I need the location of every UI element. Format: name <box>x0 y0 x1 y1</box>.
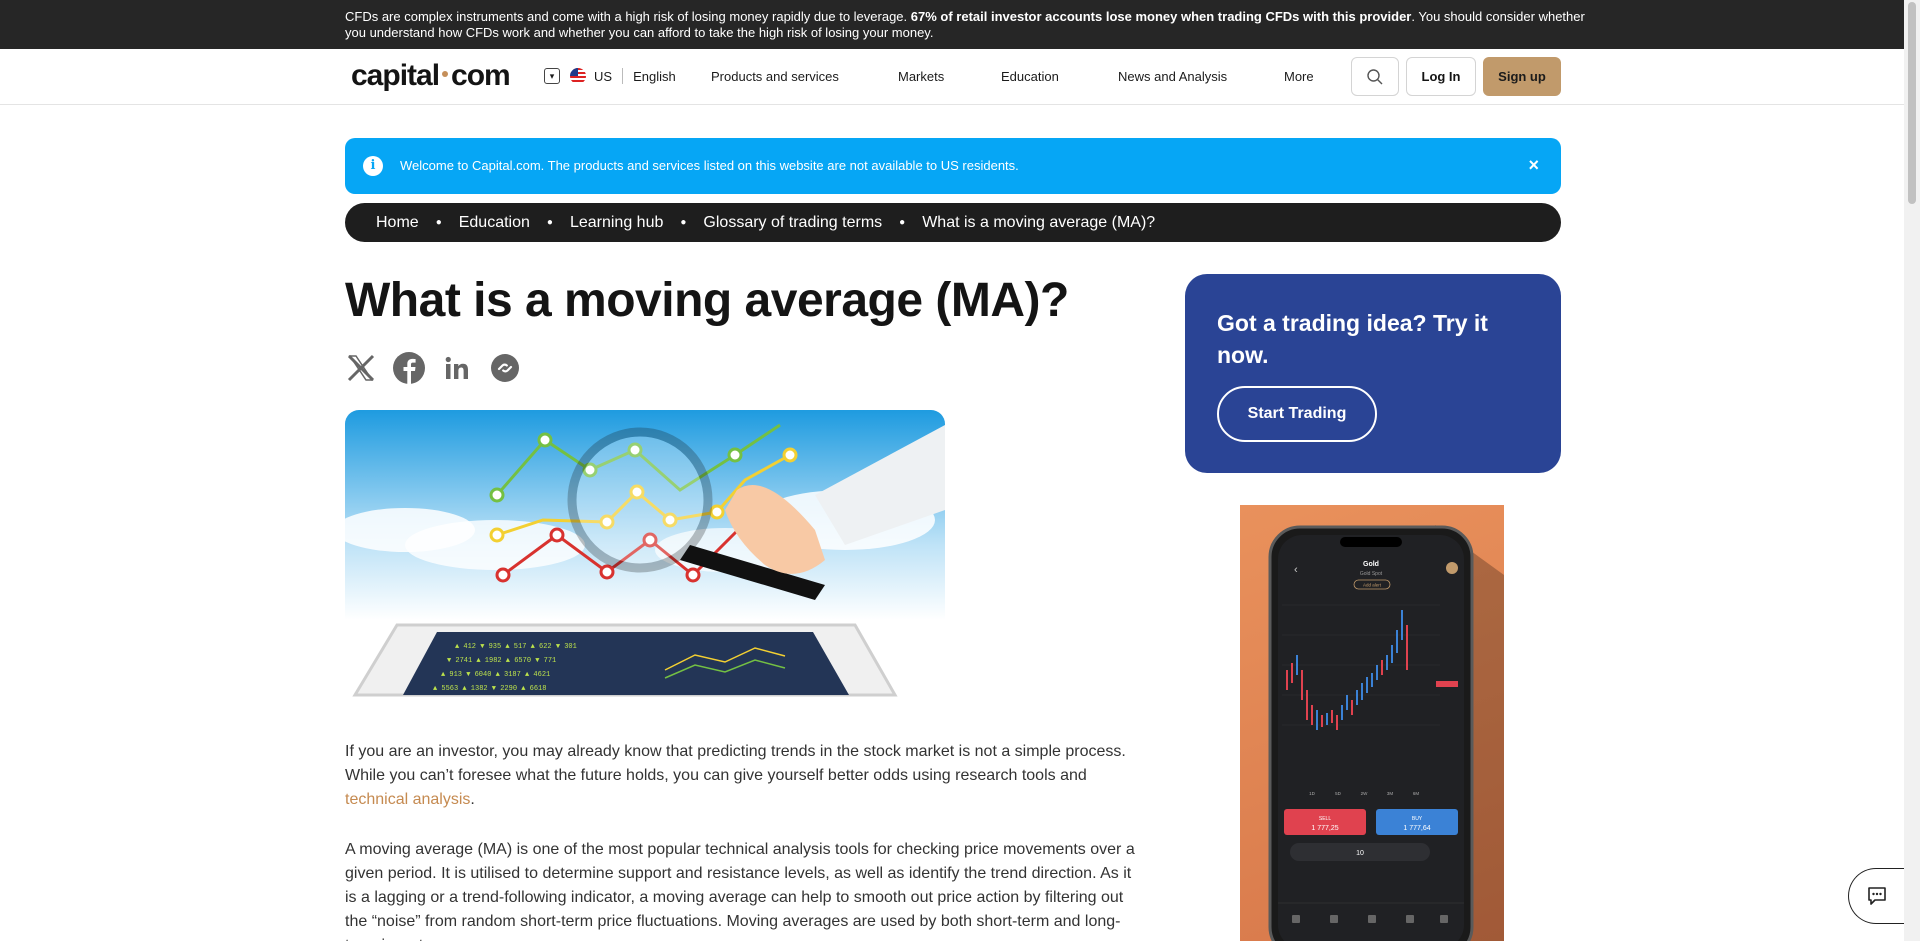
breadcrumb-home[interactable]: Home <box>376 214 419 232</box>
logo-dot <box>442 71 449 78</box>
article-paragraph-2: A moving average (MA) is one of the most… <box>345 841 1135 941</box>
share-buttons <box>345 352 521 384</box>
risk-text-start: CFDs are complex instruments and come wi… <box>345 9 911 24</box>
linkedin-icon[interactable] <box>441 352 473 384</box>
breadcrumb-separator: ● <box>680 217 687 228</box>
nav-products[interactable]: Products and services <box>711 69 839 84</box>
phone-period-6m: 6M <box>1413 791 1420 796</box>
logo-text-right: com <box>451 59 511 92</box>
risk-warning-text: CFDs are complex instruments and come wi… <box>345 9 1585 41</box>
phone-amount: 10 <box>1356 850 1364 857</box>
breadcrumb-learning-hub[interactable]: Learning hub <box>570 214 663 232</box>
svg-text:‹: ‹ <box>1294 564 1298 576</box>
logo-text-left: capital <box>351 59 440 92</box>
svg-text:▼ 2741 ▲ 1982 ▲ 6570 ▼ 771: ▼ 2741 ▲ 1982 ▲ 6570 ▼ 771 <box>447 657 556 665</box>
cta-title: Got a trading idea? Try it now. <box>1217 310 1488 368</box>
region-label: US <box>594 68 613 84</box>
phone-asset-sub: Gold Spot <box>1360 571 1383 577</box>
phone-buy-label: BUY <box>1412 816 1423 822</box>
svg-text:▲ 412 ▼ 935 ▲ 517 ▲ 622 ▼: ▲ 412 ▼ 935 ▲ 517 ▲ 622 ▼ 301 <box>455 643 577 651</box>
breadcrumb-separator: ● <box>899 217 906 228</box>
signup-button[interactable]: Sign up <box>1483 57 1561 96</box>
article-paragraph-1: If you are an investor, you may already … <box>345 740 1143 812</box>
x-twitter-icon[interactable] <box>345 352 377 384</box>
phone-period-5d: 5D <box>1335 791 1342 796</box>
start-trading-button[interactable]: Start Trading <box>1217 386 1377 442</box>
divider <box>622 68 624 84</box>
site-header: capital com ▾ US English Products and ser… <box>0 49 1904 105</box>
paragraph-text: If you are an investor, you may already … <box>345 743 1126 784</box>
login-button[interactable]: Log In <box>1406 57 1476 96</box>
facebook-icon[interactable] <box>393 352 425 384</box>
breadcrumb-current: What is a moving average (MA)? <box>922 213 1156 231</box>
info-icon: i <box>363 156 383 176</box>
article-hero-image: ▲ 412 ▼ 935 ▲ 517 ▲ 622 ▼ 301 ▼ 2741 ▲ 1… <box>345 410 945 710</box>
breadcrumb: Home ● Education ● Learning hub ● Glossa… <box>345 203 1561 242</box>
banner-text: Welcome to Capital.com. The products and… <box>400 158 1019 173</box>
us-flag-icon <box>570 68 586 84</box>
region-selector[interactable]: ▾ US English <box>544 68 676 84</box>
technical-analysis-link[interactable]: technical analysis <box>345 791 470 808</box>
breadcrumb-separator: ● <box>546 217 553 228</box>
app-promo-image[interactable]: ‹ Gold Gold Spot Add alert 1D 5D 2W 3M 6… <box>1240 505 1504 941</box>
logo[interactable]: capital com <box>351 59 511 93</box>
chat-icon <box>1867 887 1886 905</box>
phone-alert-label: Add alert <box>1363 583 1382 588</box>
chat-button[interactable] <box>1848 868 1904 924</box>
svg-text:▲ 5563 ▲ 1382 ▼ 2290 ▲ 6618: ▲ 5563 ▲ 1382 ▼ 2290 ▲ 6618 <box>433 685 546 693</box>
phone-period-2w: 2W <box>1361 791 1369 796</box>
nav-news-analysis[interactable]: News and Analysis <box>1118 69 1227 84</box>
breadcrumb-education[interactable]: Education <box>459 214 530 232</box>
page-title: What is a moving average (MA)? <box>345 274 1069 327</box>
copy-link-icon[interactable] <box>489 352 521 384</box>
svg-text:▲ 913 ▼ 6040 ▲ 3187 ▲ 4621: ▲ 913 ▼ 6040 ▲ 3187 ▲ 4621 <box>441 671 550 679</box>
phone-sell-label: SELL <box>1319 816 1331 822</box>
paragraph-text: . <box>470 791 475 808</box>
phone-sell-price: 1 777,25 <box>1311 825 1338 832</box>
risk-text-bold: 67% of retail investor accounts lose mon… <box>910 9 1412 24</box>
nav-more[interactable]: More <box>1284 69 1314 84</box>
scrollbar-thumb[interactable] <box>1908 2 1916 204</box>
phone-buy-price: 1 777,64 <box>1403 825 1430 832</box>
phone-asset-name: Gold <box>1363 561 1379 568</box>
breadcrumb-separator: ● <box>435 217 442 228</box>
page-scrollbar[interactable] <box>1904 0 1920 941</box>
search-icon <box>1367 68 1383 84</box>
language-label[interactable]: English <box>633 69 676 84</box>
nav-education[interactable]: Education <box>1001 69 1059 84</box>
trading-cta-card: Got a trading idea? Try it now. Start Tr… <box>1185 274 1561 473</box>
search-button[interactable] <box>1351 57 1399 96</box>
chevron-down-icon[interactable]: ▾ <box>544 68 560 84</box>
info-banner: i Welcome to Capital.com. The products a… <box>345 138 1561 194</box>
phone-period-3m: 3M <box>1387 791 1394 796</box>
breadcrumb-glossary[interactable]: Glossary of trading terms <box>703 214 882 232</box>
close-icon[interactable]: × <box>1528 155 1539 176</box>
nav-markets[interactable]: Markets <box>898 69 944 84</box>
phone-period-1d: 1D <box>1309 791 1316 796</box>
risk-warning-bar: CFDs are complex instruments and come wi… <box>0 0 1904 49</box>
